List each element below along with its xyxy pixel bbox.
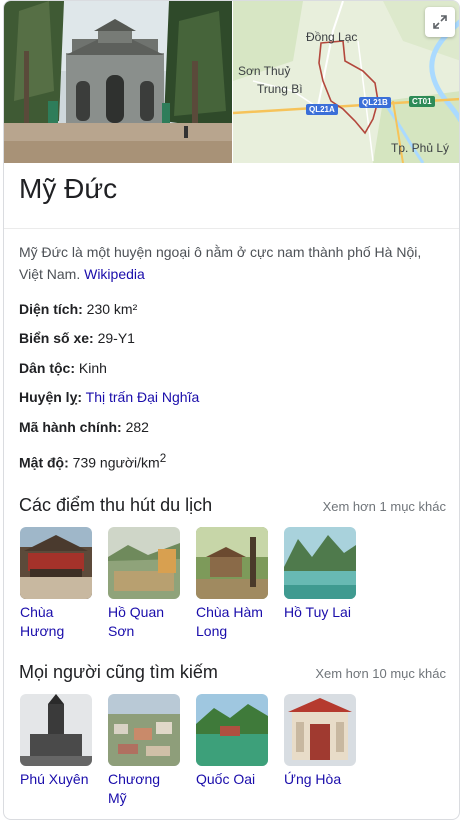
fact-value: 230 km² bbox=[86, 301, 138, 317]
map-label-son-thuy: Sơn Thuỷ bbox=[238, 64, 291, 78]
facts-list: Diện tích: 230 km² Biển số xe: 29-Y1 Dân… bbox=[19, 297, 439, 476]
also-search-header: Mọi người cũng tìm kiếm Xem hơn 10 mục k… bbox=[19, 662, 446, 683]
fact-label: Biển số xe: bbox=[19, 330, 94, 347]
fact-ethnic: Dân tộc: Kinh bbox=[19, 356, 439, 385]
fact-admin-code: Mã hành chính: 282 bbox=[19, 415, 439, 444]
related-tile[interactable]: Quốc Oai bbox=[196, 694, 268, 808]
lake-image bbox=[108, 527, 180, 599]
fact-label: Diện tích: bbox=[19, 301, 83, 317]
temple-gate-photo bbox=[4, 1, 232, 163]
attraction-tile[interactable]: Hồ Quan Sơn bbox=[108, 527, 180, 641]
header-media: Đồng Lạc Sơn Thuỷ Trung Bì Tp. Phủ Lý QL… bbox=[4, 1, 459, 163]
location-map[interactable]: Đồng Lạc Sơn Thuỷ Trung Bì Tp. Phủ Lý QL… bbox=[233, 1, 459, 163]
attraction-tile[interactable]: Chùa Hàm Long bbox=[196, 527, 268, 641]
capital-link[interactable]: Thị trấn Đại Nghĩa bbox=[86, 389, 200, 405]
mountain-lake-image bbox=[284, 527, 356, 599]
related-tile[interactable]: Ứng Hòa bbox=[284, 694, 356, 808]
road-badge-ql21b: QL21B bbox=[359, 97, 391, 108]
attractions-title[interactable]: Các điểm thu hút du lịch bbox=[19, 495, 212, 516]
attraction-label: Hồ Tuy Lai bbox=[284, 604, 351, 620]
attraction-label: Hồ Quan Sơn bbox=[108, 604, 165, 639]
related-thumbnail bbox=[20, 694, 92, 766]
related-label: Quốc Oai bbox=[196, 771, 256, 787]
attraction-thumbnail bbox=[196, 527, 268, 599]
attraction-tile[interactable]: Chùa Hương bbox=[20, 527, 92, 641]
fact-value: Kinh bbox=[78, 359, 107, 376]
fact-value: 29-Y1 bbox=[97, 330, 135, 347]
attraction-thumbnail bbox=[20, 527, 92, 599]
attractions-grid: Chùa Hương Hồ Quan Sơn Chùa Hàm Long Hồ … bbox=[20, 527, 372, 641]
wikipedia-link[interactable]: Wikipedia bbox=[84, 266, 145, 282]
also-search-title[interactable]: Mọi người cũng tìm kiếm bbox=[19, 662, 218, 683]
related-thumbnail bbox=[196, 694, 268, 766]
map-label-trung-bi: Trung Bì bbox=[257, 82, 303, 96]
road-badge-ql21a: QL21A bbox=[306, 104, 338, 115]
fact-capital: Huyện lỵ: Thị trấn Đại Nghĩa bbox=[19, 385, 439, 414]
also-search-more-link[interactable]: Xem hơn 10 mục khác bbox=[315, 666, 446, 681]
fact-area: Diện tích: 230 km² bbox=[19, 297, 439, 326]
expand-icon bbox=[433, 15, 447, 29]
attractions-header: Các điểm thu hút du lịch Xem hơn 1 mục k… bbox=[19, 495, 446, 516]
related-label: Phú Xuyên bbox=[20, 771, 89, 787]
gate-image bbox=[284, 694, 356, 766]
temple-image bbox=[196, 527, 268, 599]
church-image bbox=[20, 694, 92, 766]
pagoda-image bbox=[20, 527, 92, 599]
related-tile[interactable]: Chương Mỹ bbox=[108, 694, 180, 808]
attraction-thumbnail bbox=[284, 527, 356, 599]
green-lake-image bbox=[196, 694, 268, 766]
related-label: Chương Mỹ bbox=[108, 771, 161, 806]
fact-value: 739 người/km bbox=[72, 454, 160, 471]
fact-label: Mật độ: bbox=[19, 454, 69, 471]
map-label-dong-lac: Đồng Lạc bbox=[306, 30, 358, 44]
place-photo[interactable] bbox=[4, 1, 232, 163]
fact-superscript: 2 bbox=[159, 451, 167, 465]
description-text: Mỹ Đức là một huyện ngoại ô nằm ở cực na… bbox=[19, 244, 422, 282]
related-thumbnail bbox=[284, 694, 356, 766]
divider bbox=[4, 228, 459, 229]
fact-value: 282 bbox=[125, 418, 149, 435]
attraction-label: Chùa Hàm Long bbox=[196, 604, 263, 639]
place-description: Mỹ Đức là một huyện ngoại ô nằm ở cực na… bbox=[19, 241, 439, 285]
place-title: Mỹ Đức bbox=[19, 173, 118, 204]
related-thumbnail bbox=[108, 694, 180, 766]
related-label: Ứng Hòa bbox=[284, 771, 342, 787]
related-tile[interactable]: Phú Xuyên bbox=[20, 694, 92, 808]
attraction-tile[interactable]: Hồ Tuy Lai bbox=[284, 527, 356, 641]
fact-label: Dân tộc: bbox=[19, 359, 75, 376]
town-image bbox=[108, 694, 180, 766]
expand-map-button[interactable] bbox=[425, 7, 455, 37]
fact-plate: Biển số xe: 29-Y1 bbox=[19, 326, 439, 355]
attractions-more-link[interactable]: Xem hơn 1 mục khác bbox=[323, 499, 446, 514]
also-search-grid: Phú Xuyên Chương Mỹ Quốc Oai Ứng Hòa bbox=[20, 694, 372, 808]
fact-label: Mã hành chính: bbox=[19, 418, 122, 435]
road-badge-ct01: CT01 bbox=[409, 96, 435, 107]
attraction-label: Chùa Hương bbox=[20, 604, 65, 639]
attraction-thumbnail bbox=[108, 527, 180, 599]
knowledge-panel: Đồng Lạc Sơn Thuỷ Trung Bì Tp. Phủ Lý QL… bbox=[3, 0, 460, 820]
fact-density: Mật độ: 739 người/km2 bbox=[19, 447, 439, 476]
fact-label: Huyện lỵ: bbox=[19, 389, 83, 406]
map-label-phu-ly: Tp. Phủ Lý bbox=[391, 141, 450, 155]
